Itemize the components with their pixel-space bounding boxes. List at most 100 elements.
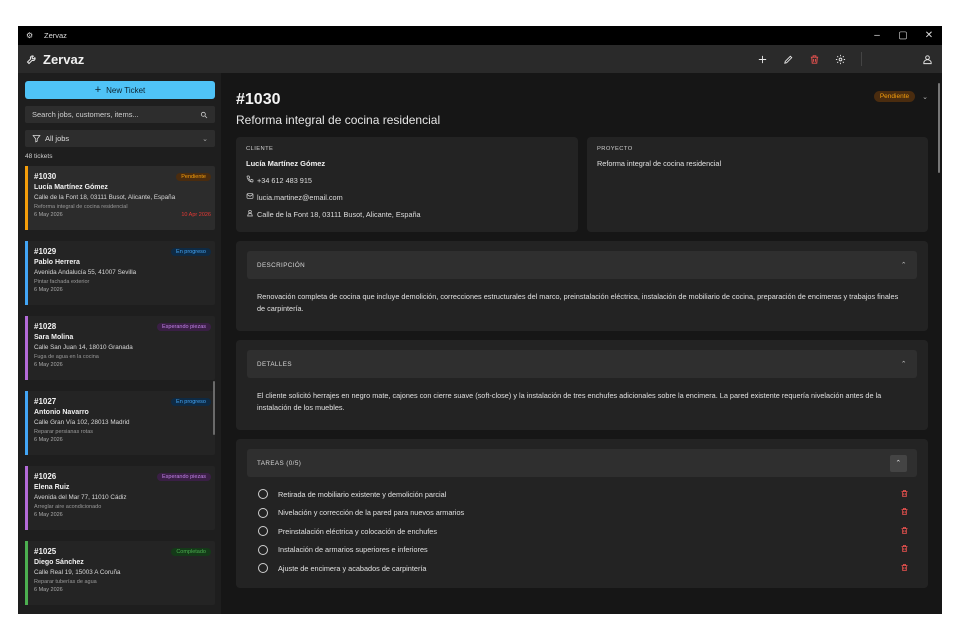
task-checkbox[interactable]	[258, 563, 268, 574]
task-label: Nivelación y corrección de la pared para…	[278, 508, 465, 518]
ticket-dates: 6 May 2026	[34, 587, 211, 593]
delete-task-button[interactable]	[900, 489, 909, 500]
plus-icon: +	[94, 84, 102, 96]
customer-address: Calle de la Font 18, 03111 Busot, Alican…	[34, 194, 176, 201]
customer-address: Calle Gran Vía 102, 28013 Madrid	[34, 419, 130, 426]
mail-icon	[246, 192, 257, 202]
ticket-list: #1030 Pendiente Lucía Martínez Gómez Calle …	[25, 166, 215, 605]
user-button[interactable]	[912, 54, 942, 65]
task-label: Retirada de mobiliario existente y demol…	[278, 489, 447, 499]
search-input[interactable]: Search jobs, customers, items...	[25, 106, 215, 123]
ticket-dates: 6 May 2026	[34, 287, 211, 293]
delete-task-button[interactable]	[900, 563, 909, 574]
ticket-id: #1026	[34, 472, 57, 481]
job-description: Reforma integral de cocina residencial	[34, 204, 128, 210]
header-actions	[749, 45, 942, 73]
details-header[interactable]: DETALLES ⌃	[247, 350, 917, 378]
client-address-text: Calle de la Font 18, 03111 Busot, Alican…	[257, 209, 421, 219]
window-title: Zervaz	[44, 31, 67, 40]
status-dropdown[interactable]: Pendiente ⌄	[873, 91, 928, 102]
task-label: Preinstalación eléctrica y colocación de…	[278, 526, 437, 536]
ticket-card[interactable]: #1026 Esperando piezas Elena Ruiz Avenida d…	[25, 466, 215, 530]
task-item: Instalación de armarios superiores e inf…	[247, 541, 917, 560]
sidebar-scrollbar[interactable]	[213, 381, 215, 435]
chevron-down-icon: ⌄	[922, 93, 928, 101]
client-address: Calle de la Font 18, 03111 Busot, Alican…	[246, 209, 568, 219]
collapse-tasks-button[interactable]: ⌃	[890, 454, 907, 472]
ticket-header: #1025 Completado	[34, 547, 211, 556]
add-button[interactable]	[749, 45, 775, 73]
job-filter-select[interactable]: All jobs ⌄	[25, 130, 215, 147]
delete-task-button[interactable]	[900, 507, 909, 518]
customer-address: Calle San Juan 14, 18010 Granada	[34, 344, 133, 351]
status-badge: Pendiente	[176, 172, 211, 181]
job-description: Reparar persianas rotas	[34, 429, 94, 435]
project-name: Reforma integral de cocina residencial	[597, 159, 722, 168]
new-ticket-button[interactable]: + New Ticket	[25, 81, 215, 99]
client-email[interactable]: lucia.martinez@email.com	[246, 192, 568, 202]
ticket-sidebar: + New Ticket Search jobs, customers, ite…	[18, 73, 221, 614]
tasks-label: TAREAS (0/5)	[257, 459, 302, 467]
trash-icon	[901, 563, 908, 571]
detail-scrollbar[interactable]	[938, 83, 940, 173]
description-text: Renovación completa de cocina que incluy…	[257, 292, 899, 313]
status-bar	[25, 166, 28, 230]
delete-task-button[interactable]	[900, 544, 909, 555]
gear-icon	[835, 54, 845, 64]
settings-button[interactable]	[827, 45, 853, 73]
delete-task-button[interactable]	[900, 526, 909, 537]
client-card: CLIENTE Lucía Martínez Gómez +34 612 483…	[236, 137, 578, 232]
tasks-header[interactable]: TAREAS (0/5) ⌃	[247, 449, 917, 477]
search-placeholder: Search jobs, customers, items...	[32, 110, 139, 119]
status-badge: En progreso	[171, 247, 211, 256]
client-phone[interactable]: +34 612 483 915	[246, 175, 568, 185]
user-icon	[922, 54, 932, 64]
task-checkbox[interactable]	[258, 489, 268, 500]
due-date: 10 Apr 2026	[181, 212, 211, 218]
minimize-button[interactable]: –	[864, 26, 890, 45]
ticket-dates: 6 May 2026	[34, 437, 211, 443]
job-description: Reparar tuberías de agua	[34, 579, 97, 585]
task-checkbox[interactable]	[258, 526, 268, 537]
task-checkbox[interactable]	[258, 507, 268, 518]
ticket-card[interactable]: #1025 Completado Diego Sánchez Calle Real 1…	[25, 541, 215, 605]
brand-name: Zervaz	[43, 51, 85, 67]
client-label: CLIENTE	[246, 146, 274, 152]
project-label: PROYECTO	[597, 146, 633, 152]
ticket-id: #1025	[34, 547, 57, 556]
task-item: Nivelación y corrección de la pared para…	[247, 504, 917, 523]
ticket-card[interactable]: #1030 Pendiente Lucía Martínez Gómez Calle …	[25, 166, 215, 230]
close-button[interactable]: ✕	[916, 26, 942, 45]
task-checkbox[interactable]	[258, 544, 268, 555]
ticket-id: #1029	[34, 247, 57, 256]
trash-icon	[901, 545, 908, 553]
client-phone-text: +34 612 483 915	[257, 175, 312, 185]
maximize-button[interactable]: ▢	[890, 26, 916, 45]
title-bar: ⚙ Zervaz – ▢ ✕	[18, 26, 942, 45]
delete-button[interactable]	[801, 45, 827, 73]
ticket-id-title: #1030	[236, 91, 281, 108]
customer-address: Avenida del Mar 77, 11010 Cádiz	[34, 494, 127, 501]
status-badge: Esperando piezas	[156, 322, 211, 331]
customer-address: Avenida Andalucía 55, 41007 Sevilla	[34, 269, 137, 276]
ticket-card[interactable]: #1027 En progreso Antonio Navarro Calle Gra…	[25, 391, 215, 455]
search-icon	[200, 111, 208, 118]
chevron-down-icon: ⌄	[202, 135, 208, 143]
app-window: ⚙ Zervaz – ▢ ✕ Zervaz + New Ticket Searc…	[18, 26, 942, 614]
job-description: Arreglar aire acondicionado	[34, 504, 102, 510]
ticket-count: 48 tickets	[25, 153, 53, 160]
trash-icon	[901, 526, 908, 534]
chevron-up-icon: ⌃	[900, 361, 907, 368]
ticket-card[interactable]: #1028 Esperando piezas Sara Molina Calle Sa…	[25, 316, 215, 380]
customer-name: Lucía Martínez Gómez	[34, 184, 108, 191]
description-header[interactable]: DESCRIPCIÓN ⌃	[247, 251, 917, 279]
customer-name: Pablo Herrera	[34, 259, 80, 266]
task-label: Ajuste de encimera y acabados de carpint…	[278, 563, 427, 573]
ticket-card[interactable]: #1029 En progreso Pablo Herrera Avenida And…	[25, 241, 215, 305]
created-date: 6 May 2026	[34, 287, 63, 293]
customer-name: Antonio Navarro	[34, 409, 89, 416]
description-section: DESCRIPCIÓN ⌃ Renovación completa de coc…	[236, 241, 928, 331]
tasks-section: TAREAS (0/5) ⌃ Retirada de mobiliario ex…	[236, 439, 928, 588]
brand: Zervaz	[26, 52, 84, 67]
edit-button[interactable]	[775, 45, 801, 73]
